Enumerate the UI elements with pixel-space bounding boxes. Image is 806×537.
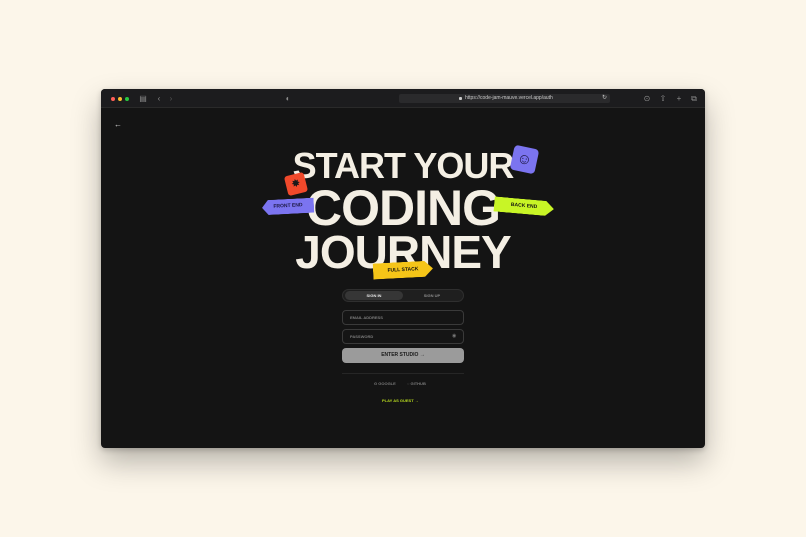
shield-icon[interactable]: ◐: [282, 93, 294, 104]
tab-sign-in[interactable]: SIGN IN: [345, 291, 403, 300]
arrow-left-icon[interactable]: ←: [114, 120, 122, 129]
github-login-button[interactable]: ◌ GITHUB: [407, 380, 426, 388]
auth-tabs: SIGN IN SIGN UP: [342, 289, 464, 302]
smiley-sticker-icon: ☺: [509, 144, 540, 175]
sidebar-icon[interactable]: ▤: [137, 93, 149, 104]
minimize-window-button[interactable]: [118, 97, 122, 101]
reload-icon[interactable]: ↻: [602, 94, 607, 103]
password-field[interactable]: [342, 329, 464, 344]
new-tab-icon[interactable]: +: [673, 93, 685, 104]
divider: [342, 373, 464, 374]
address-bar[interactable]: https://code-jam-mauve.vercel.app/auth ↻: [399, 94, 610, 103]
tab-overview-icon[interactable]: ⧉: [688, 93, 700, 104]
browser-toolbar: ▤ ‹ › ◐ https://code-jam-mauve.vercel.ap…: [101, 89, 705, 108]
share-icon[interactable]: ⇧: [657, 93, 669, 104]
full-stack-tag: FULL STACK: [373, 260, 434, 279]
lock-icon: [459, 97, 462, 100]
close-window-button[interactable]: [111, 97, 115, 101]
google-login-button[interactable]: G GOOGLE: [374, 380, 396, 388]
zoom-window-button[interactable]: [125, 97, 129, 101]
google-label: GOOGLE: [378, 381, 396, 386]
play-as-guest-link[interactable]: PLAY AS GUEST →: [382, 397, 419, 405]
download-icon[interactable]: ⊙: [641, 93, 653, 104]
show-password-icon[interactable]: ◉: [452, 333, 456, 339]
chevron-right-icon[interactable]: ›: [165, 93, 177, 104]
chevron-left-icon[interactable]: ‹: [153, 93, 165, 104]
enter-studio-button[interactable]: ENTER STUDIO →: [342, 348, 464, 363]
tab-sign-up[interactable]: SIGN UP: [403, 291, 461, 300]
email-field[interactable]: [342, 310, 464, 325]
github-label: GITHUB: [410, 381, 426, 386]
url-text: https://code-jam-mauve.vercel.app/auth: [465, 95, 553, 101]
front-end-tag: FRONT END: [262, 198, 315, 216]
